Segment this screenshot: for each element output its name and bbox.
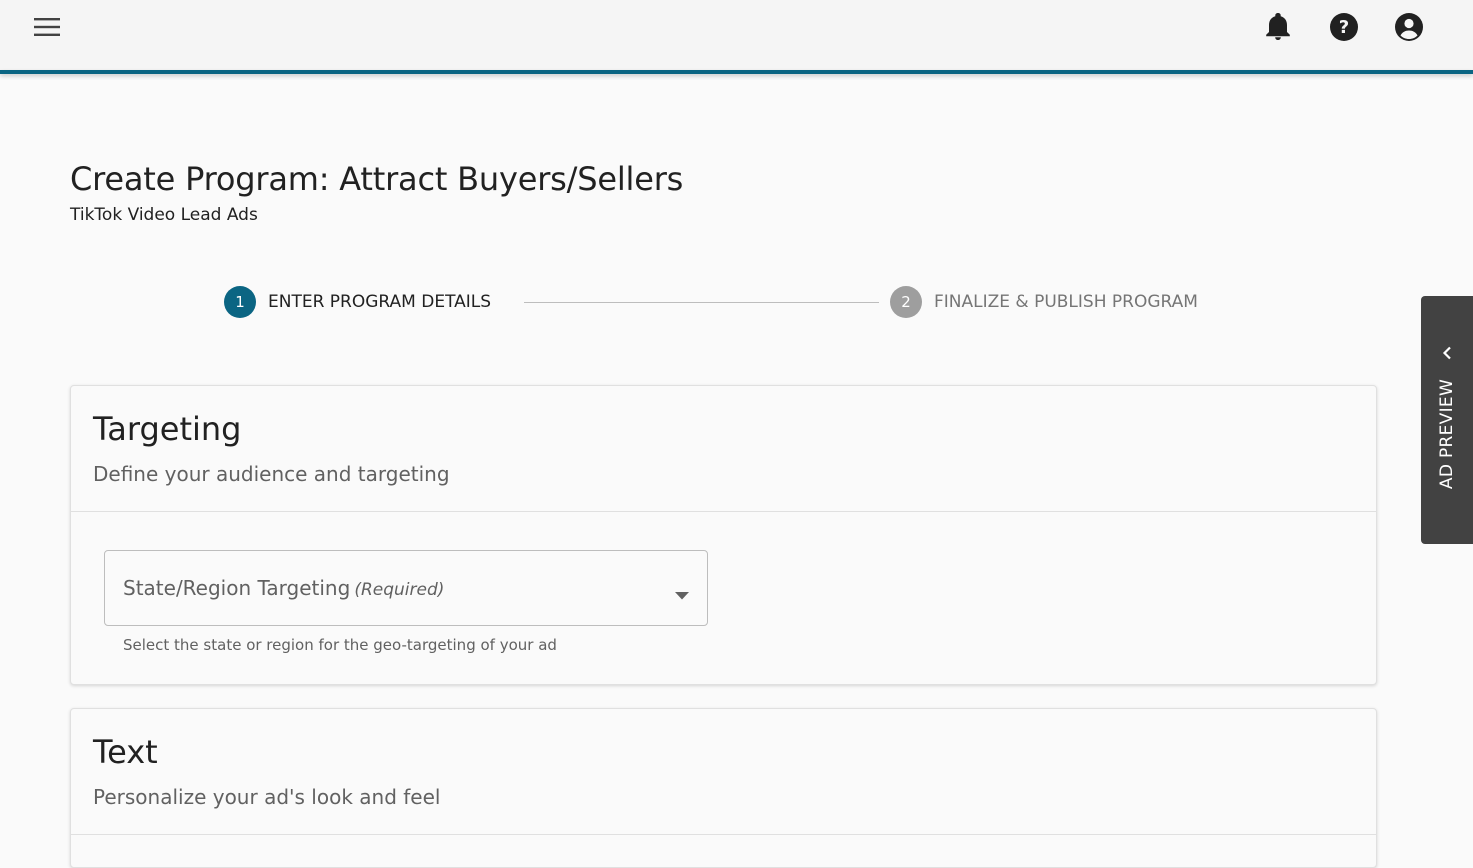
targeting-title: Targeting <box>93 410 242 448</box>
question-circle-icon[interactable]: ? <box>1326 9 1362 45</box>
ad-preview-label: AD PREVIEW <box>1437 378 1457 490</box>
state-region-helper-text: Select the state or region for the geo-t… <box>123 636 557 654</box>
header-accent-bar <box>0 70 1473 74</box>
text-title: Text <box>93 733 158 771</box>
step-1-label: ENTER PROGRAM DETAILS <box>268 292 492 312</box>
text-description: Personalize your ad's look and feel <box>93 785 441 809</box>
page-title: Create Program: Attract Buyers/Sellers <box>70 160 684 198</box>
text-card: Text Personalize your ad's look and feel <box>70 708 1377 868</box>
svg-text:?: ? <box>1339 17 1349 38</box>
step-connector <box>524 302 879 303</box>
ad-preview-tab[interactable]: AD PREVIEW <box>1421 296 1473 544</box>
step-2-label: FINALIZE & PUBLISH PROGRAM <box>934 292 1198 312</box>
state-region-select-label: State/Region Targeting (Required) <box>123 576 444 600</box>
account-circle-icon[interactable] <box>1391 9 1427 45</box>
text-card-header: Text Personalize your ad's look and feel <box>71 709 1376 835</box>
state-region-label-text: State/Region Targeting <box>123 576 351 600</box>
page-subtitle: TikTok Video Lead Ads <box>70 205 258 225</box>
bell-icon[interactable] <box>1260 9 1296 45</box>
targeting-card: Targeting Define your audience and targe… <box>70 385 1377 685</box>
hamburger-menu-icon[interactable] <box>29 9 65 45</box>
state-region-select[interactable]: State/Region Targeting (Required) <box>104 550 708 626</box>
app-header: ? <box>0 0 1473 70</box>
targeting-card-header: Targeting Define your audience and targe… <box>71 386 1376 512</box>
chevron-left-icon <box>1438 344 1456 366</box>
step-2-number: 2 <box>890 286 922 318</box>
dropdown-arrow-icon[interactable] <box>675 585 689 604</box>
progress-stepper: 1 ENTER PROGRAM DETAILS 2 FINALIZE & PUB… <box>224 286 1224 320</box>
targeting-description: Define your audience and targeting <box>93 462 450 486</box>
required-tag: (Required) <box>354 580 445 600</box>
step-1-number: 1 <box>224 286 256 318</box>
